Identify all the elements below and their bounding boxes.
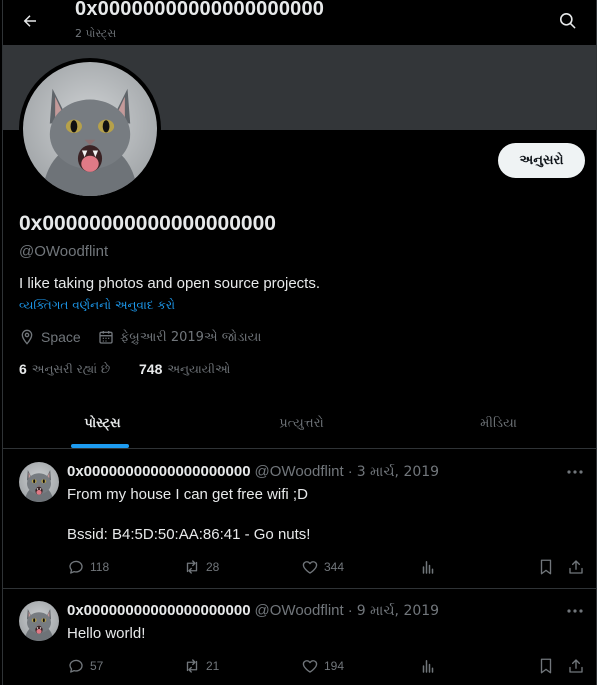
post-more-button[interactable] [565, 464, 585, 480]
arrow-left-icon [23, 15, 36, 27]
reply-count: 57 [90, 659, 104, 673]
post-item[interactable]: 0x00000000000000000000 @OWoodflint · 9 મ… [3, 589, 596, 685]
share-icon [569, 560, 583, 574]
post-text-line: From my house I can get free wifi ;D [67, 486, 308, 503]
views-chart-icon [422, 660, 434, 673]
search-icon [559, 12, 575, 28]
bookmark-button[interactable] [537, 656, 560, 676]
reply-button[interactable]: 118 [67, 557, 109, 577]
profile-tabs: પોસ્ટ્સ પ્રત્યુત્તરો મીડિયા [3, 398, 596, 449]
share-button[interactable] [567, 557, 590, 577]
follow-button[interactable]: અનુસરો [498, 143, 585, 178]
post-item[interactable]: 0x00000000000000000000 @OWoodflint · 3 મ… [3, 450, 596, 589]
followers-label: અનુયાયીઓ [167, 361, 231, 376]
profile-location: Space [19, 328, 81, 346]
post-header: 0x00000000000000000000 @OWoodflint · 3 મ… [67, 463, 439, 480]
views-button[interactable] [419, 656, 442, 676]
like-count: 344 [324, 560, 345, 574]
repost-button[interactable]: 21 [183, 656, 219, 676]
more-icon [567, 470, 583, 474]
post-author-name[interactable]: 0x00000000000000000000 [67, 602, 251, 619]
bookmark-icon [540, 559, 552, 575]
share-icon [569, 659, 583, 673]
calendar-icon [99, 331, 113, 344]
post-header: 0x00000000000000000000 @OWoodflint · 9 મ… [67, 602, 439, 619]
top-bar: 0x00000000000000000000 2 પોસ્ટ્સ [3, 0, 596, 45]
post-avatar[interactable] [19, 601, 59, 641]
reply-button[interactable]: 57 [67, 656, 103, 676]
profile-display-name: 0x00000000000000000000 [19, 212, 276, 235]
following-label: અનુસરી રહ્યાં છે [31, 361, 111, 376]
post-author-name[interactable]: 0x00000000000000000000 [67, 463, 251, 480]
profile-bio: I like taking photos and open source pro… [19, 275, 321, 292]
back-button[interactable] [17, 8, 43, 34]
following-count: 6 [19, 361, 27, 377]
more-icon [567, 609, 583, 613]
repost-button[interactable]: 28 [183, 557, 219, 577]
following-link[interactable]: 6 અનુસરી રહ્યાં છે [19, 361, 110, 377]
post-actions: 118 28 344 [67, 557, 587, 577]
post-actions: 57 21 194 [67, 656, 587, 676]
separator-dot: · [347, 463, 353, 480]
post-author-handle[interactable]: @OWoodflint [255, 602, 344, 619]
post-text-line: Bssid: B4:5D:50:AA:86:41 - Go nuts! [67, 526, 311, 543]
followers-link[interactable]: 748 અનુયાયીઓ [139, 361, 230, 377]
profile-handle: @OWoodflint [19, 243, 109, 260]
share-button[interactable] [567, 656, 590, 676]
location-text: Space [41, 329, 81, 345]
profile-joined: ફેબ્રુઆરી 2019એ જોડાયા [98, 328, 261, 346]
translate-bio-link[interactable]: વ્યક્તિગત વર્ણનનો અનુવાદ કરો [19, 298, 175, 313]
post-date[interactable]: 9 માર્ચ, 2019 [357, 603, 439, 619]
tab-posts[interactable]: પોસ્ટ્સ [3, 398, 202, 448]
reply-icon [69, 659, 83, 673]
search-button[interactable] [555, 8, 579, 32]
cat-photo [19, 601, 59, 641]
separator-dot: · [347, 602, 353, 619]
repost-count: 28 [206, 560, 220, 574]
post-avatar[interactable] [19, 462, 59, 502]
profile-avatar[interactable] [19, 58, 161, 200]
like-button[interactable]: 194 [301, 656, 344, 676]
header-title: 0x00000000000000000000 [75, 0, 325, 20]
reply-icon [69, 560, 83, 574]
post-date[interactable]: 3 માર્ચ, 2019 [357, 464, 439, 480]
cat-photo [19, 462, 59, 502]
heart-icon [302, 660, 318, 673]
tab-replies[interactable]: પ્રત્યુત્તરો [202, 398, 401, 448]
repost-icon [186, 560, 198, 574]
joined-text: ફેબ્રુઆરી 2019એ જોડાયા [120, 329, 262, 345]
heart-icon [302, 561, 318, 574]
bookmark-icon [540, 658, 552, 674]
like-button[interactable]: 344 [301, 557, 344, 577]
bookmark-button[interactable] [537, 557, 560, 577]
tab-media[interactable]: મીડિયા [401, 398, 596, 448]
post-text-line: Hello world! [67, 625, 146, 642]
post-more-button[interactable] [565, 603, 585, 619]
post-author-handle[interactable]: @OWoodflint [255, 463, 344, 480]
reply-count: 118 [90, 560, 110, 574]
repost-count: 21 [206, 659, 220, 673]
followers-count: 748 [139, 361, 163, 377]
cat-photo [23, 62, 157, 196]
views-chart-icon [422, 561, 434, 574]
header-post-count: 2 પોસ્ટ્સ [75, 27, 117, 40]
like-count: 194 [324, 659, 345, 673]
views-button[interactable] [419, 557, 442, 577]
location-pin-icon [21, 329, 33, 345]
active-tab-indicator [71, 444, 129, 448]
repost-icon [186, 659, 198, 673]
